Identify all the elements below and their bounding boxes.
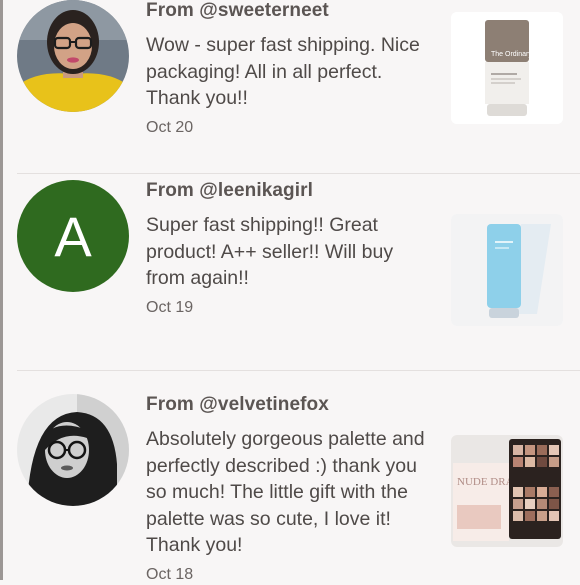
product-thumbnail[interactable]: NUDE DRAMA [451, 435, 563, 547]
reviewer-avatar[interactable] [17, 0, 129, 112]
product-thumbnail[interactable] [451, 214, 563, 326]
review-date: Oct 20 [146, 118, 194, 136]
avatar-letter: A [54, 204, 92, 268]
product-thumbnail[interactable]: The Ordinary. [451, 12, 563, 124]
review-author[interactable]: From @leenikagirl [146, 179, 436, 203]
product-brand-text: The Ordinary. [491, 51, 533, 58]
review-author[interactable]: From @velvetinefox [146, 393, 436, 417]
review-message: Super fast shipping!! Great product! A++… [146, 214, 394, 289]
review-message: Absolutely gorgeous palette and perfectl… [146, 428, 425, 556]
review-author[interactable]: From @sweeterneet [146, 0, 436, 23]
review-date: Oct 18 [146, 565, 194, 583]
review-item: From @velvetinefox Absolutely gorgeous p… [0, 371, 580, 583]
reviewer-avatar[interactable]: A [17, 180, 129, 292]
review-message: Wow - super fast shipping. Nice packagin… [146, 34, 420, 109]
reviewer-avatar[interactable] [17, 394, 129, 506]
review-date: Oct 19 [146, 298, 194, 316]
review-item: A From @leenikagirl Super fast shipping!… [0, 174, 580, 371]
review-item: From @sweeterneet Wow - super fast shipp… [0, 0, 580, 191]
